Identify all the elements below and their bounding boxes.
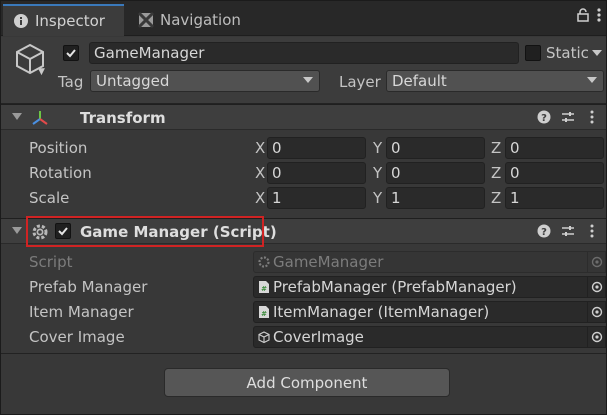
transform-icon (32, 111, 48, 125)
position-x-input[interactable]: 0 (267, 137, 366, 159)
info-icon (13, 13, 29, 29)
cover-image-label: Cover Image (29, 328, 125, 346)
preset-icon[interactable] (561, 109, 575, 125)
prefab-manager-label: Prefab Manager (29, 278, 148, 296)
svg-text:#: # (261, 310, 267, 318)
script-field-label: Script (29, 253, 73, 271)
help-icon[interactable]: ? (537, 223, 551, 239)
svg-text:#: # (261, 285, 267, 293)
transform-title: Transform (80, 109, 166, 127)
layer-dropdown-arrow-icon (587, 77, 597, 83)
tab-inspector-label: Inspector (35, 12, 105, 30)
cover-image-picker-button[interactable] (588, 326, 606, 348)
rotation-y-input[interactable]: 0 (386, 162, 485, 184)
scale-label[interactable]: Scale (29, 189, 69, 207)
rotation-y-label[interactable]: Y (373, 164, 382, 182)
object-name-input[interactable]: GameManager (89, 42, 519, 64)
csharp-script-icon: # (259, 306, 269, 318)
rotation-z-label[interactable]: Z (491, 164, 501, 182)
tag-label: Tag (58, 73, 84, 91)
position-y-label[interactable]: Y (373, 139, 382, 157)
icon-dropdown-arrow-icon[interactable]: ▼ (38, 67, 45, 77)
checkmark-icon (66, 49, 76, 58)
scale-x-label[interactable]: X (255, 189, 265, 207)
cover-image-field[interactable]: CoverImage (253, 326, 588, 348)
tab-bar: Inspector Navigation (0, 0, 607, 36)
scale-x-input[interactable]: 1 (267, 187, 366, 209)
item-manager-picker-button[interactable] (588, 301, 606, 323)
object-picker-icon (591, 256, 602, 268)
script-gear-icon (258, 256, 270, 268)
rotation-x-input[interactable]: 0 (267, 162, 366, 184)
script-field-value: GameManager (273, 253, 384, 271)
component-menu-icon[interactable] (585, 223, 599, 239)
cover-image-value: CoverImage (273, 328, 364, 346)
rotation-x-label[interactable]: X (255, 164, 265, 182)
script-field: GameManager (253, 251, 588, 273)
item-manager-value: ItemManager (ItemManager) (273, 303, 490, 321)
prefab-manager-value: PrefabManager (PrefabManager) (273, 278, 517, 296)
object-header: ▼ GameManager Static Tag Untagged Layer … (0, 37, 607, 104)
object-picker-icon (591, 306, 602, 318)
position-z-label[interactable]: Z (491, 139, 501, 157)
scale-y-input[interactable]: 1 (386, 187, 485, 209)
tab-navigation[interactable]: Navigation (128, 4, 258, 36)
scale-z-input[interactable]: 1 (505, 187, 604, 209)
gameobject-cube-icon (258, 331, 270, 344)
section-divider (0, 353, 607, 354)
lock-icon[interactable] (577, 8, 589, 26)
position-y-input[interactable]: 0 (386, 137, 485, 159)
help-icon[interactable]: ? (537, 109, 551, 125)
tab-navigation-label: Navigation (160, 11, 241, 29)
static-label: Static (546, 44, 589, 62)
item-manager-field[interactable]: # ItemManager (ItemManager) (253, 301, 588, 323)
position-label[interactable]: Position (29, 139, 87, 157)
scale-z-label[interactable]: Z (491, 189, 501, 207)
tag-value: Untagged (96, 72, 170, 90)
script-picker-button (588, 251, 606, 273)
object-picker-icon (591, 331, 602, 343)
tab-inspector[interactable]: Inspector (3, 4, 124, 36)
more-options-icon[interactable] (597, 8, 601, 26)
prefab-manager-picker-button[interactable] (588, 276, 606, 298)
component-menu-icon[interactable] (585, 109, 599, 125)
svg-text:?: ? (541, 113, 547, 124)
rotation-label[interactable]: Rotation (29, 164, 92, 182)
layer-dropdown[interactable]: Default (386, 70, 604, 92)
preset-icon[interactable] (561, 223, 575, 239)
add-component-button[interactable]: Add Component (164, 368, 450, 397)
navigation-icon (138, 12, 154, 28)
layer-value: Default (392, 72, 447, 90)
static-checkbox[interactable] (525, 45, 541, 61)
rotation-z-input[interactable]: 0 (505, 162, 604, 184)
highlight-box (26, 216, 264, 247)
static-dropdown-arrow-icon[interactable] (592, 50, 602, 56)
foldout-arrow-icon[interactable] (12, 113, 22, 120)
csharp-script-icon: # (259, 281, 269, 293)
tag-dropdown-arrow-icon (303, 77, 313, 83)
prefab-manager-field[interactable]: # PrefabManager (PrefabManager) (253, 276, 588, 298)
position-z-input[interactable]: 0 (505, 137, 604, 159)
layer-label: Layer (339, 73, 381, 91)
scale-y-label[interactable]: Y (373, 189, 382, 207)
svg-text:?: ? (541, 227, 547, 238)
object-picker-icon (591, 281, 602, 293)
active-checkbox[interactable] (63, 45, 79, 61)
foldout-arrow-icon[interactable] (12, 227, 22, 234)
tag-dropdown[interactable]: Untagged (90, 70, 320, 92)
item-manager-label: Item Manager (29, 303, 134, 321)
transform-header[interactable]: Transform ? (0, 104, 607, 130)
position-x-label[interactable]: X (255, 139, 265, 157)
